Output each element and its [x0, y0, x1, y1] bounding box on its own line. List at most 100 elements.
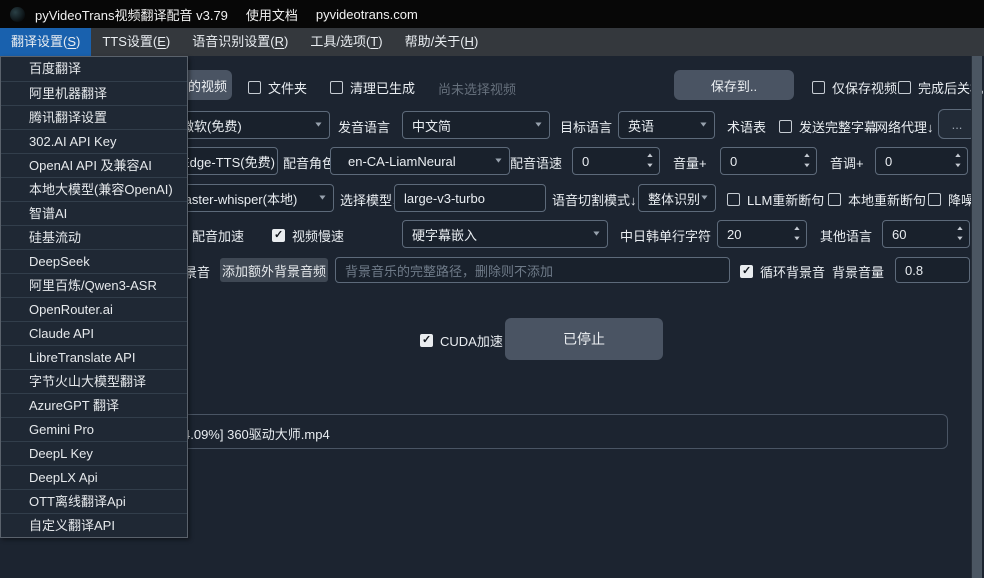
menu-item[interactable]: 腾讯翻译设置 [1, 105, 187, 129]
spinner-arrows-icon[interactable]: ▲▼ [953, 151, 963, 171]
menu-item[interactable]: 302.AI API Key [1, 129, 187, 153]
menu-item[interactable]: Claude API [1, 321, 187, 345]
source-language-select[interactable]: 中文简 ▼ [402, 111, 550, 139]
pitch-spinner[interactable]: 0 ▲▼ [875, 147, 968, 175]
selected-value: en-CA-LiamNeural [331, 154, 456, 169]
menu-item[interactable]: OTT离线翻译Api [1, 489, 187, 513]
denoise-checkbox[interactable]: 降噪 [928, 190, 974, 209]
checkbox-box [828, 193, 841, 206]
checkbox-box [727, 193, 740, 206]
target-language-select[interactable]: 英语 ▼ [618, 111, 715, 139]
menu-item[interactable]: OpenAI API 及兼容AI [1, 153, 187, 177]
folder-checkbox[interactable]: 文件夹 [248, 78, 307, 97]
cjk-chars-label: 中日韩单行字符 [620, 226, 711, 245]
selected-value: 硬字幕嵌入 [403, 225, 477, 244]
subtitle-mode-select[interactable]: 硬字幕嵌入 ▼ [402, 220, 608, 248]
checkbox-box [812, 81, 825, 94]
checkbox-label: 视频慢速 [292, 226, 344, 245]
spinner-value: 0 [573, 154, 589, 169]
video-slowdown-checkbox[interactable]: 视频慢速 [272, 226, 344, 245]
menu-item[interactable]: 阿里机器翻译 [1, 81, 187, 105]
menubar-item[interactable]: 帮助/关于(H) [394, 28, 490, 56]
menubar-item-label: 语音识别设置(R) [192, 34, 288, 49]
checkbox-box [898, 81, 911, 94]
spinner-arrows-icon[interactable]: ▲▼ [802, 151, 812, 171]
bgm-volume-input[interactable]: 0.8 [895, 257, 970, 283]
checkbox-label: 循环背景音 [760, 262, 825, 281]
checkbox-label: CUDA加速 [440, 331, 503, 350]
glossary-link[interactable]: 术语表 [727, 117, 766, 136]
checkbox-box [779, 120, 792, 133]
local-resegment-checkbox[interactable]: 本地重新断句 [828, 190, 926, 209]
checkbox-box [740, 265, 753, 278]
vertical-scrollbar[interactable] [971, 56, 982, 578]
voice-rate-spinner[interactable]: 0 ▲▼ [572, 147, 660, 175]
menu-item[interactable]: 硅基流动 [1, 225, 187, 249]
menubar-item[interactable]: 语音识别设置(R) [181, 28, 299, 56]
menu-item[interactable]: OpenRouter.ai [1, 297, 187, 321]
add-bgm-button[interactable]: 添加额外背景音频 [220, 258, 328, 282]
menu-item[interactable]: DeepLX Api [1, 465, 187, 489]
menu-item[interactable]: 字节火山大模型翻译 [1, 369, 187, 393]
bgm-path-input[interactable]: 背景音乐的完整路径，删除则不添加 [335, 257, 730, 283]
chevron-down-icon: ▼ [313, 122, 323, 129]
checkbox-label: 发送完整字幕 [799, 117, 877, 136]
spinner-arrows-icon[interactable]: ▲▼ [792, 224, 802, 244]
spinner-arrows-icon[interactable]: ▲▼ [645, 151, 655, 171]
menubar-item[interactable]: TTS设置(E) [91, 28, 181, 56]
checkbox-box [248, 81, 261, 94]
chevron-down-icon: ▼ [591, 231, 601, 238]
menubar-item[interactable]: 翻译设置(S) [0, 28, 91, 56]
spinner-value: 0 [876, 154, 892, 169]
menu-item[interactable]: 本地大模型(兼容OpenAI) [1, 177, 187, 201]
chevron-down-icon: ▼ [533, 122, 543, 129]
chevron-down-icon: ▼ [698, 122, 708, 129]
send-full-subtitle-checkbox[interactable]: 发送完整字幕 [779, 117, 877, 136]
app-icon [10, 7, 25, 22]
menu-item[interactable]: 智谱AI [1, 201, 187, 225]
spinner-arrows-icon[interactable]: ▲▼ [955, 224, 965, 244]
title-bar: pyVideoTrans视频翻译配音 v3.79 使用文档 pyvideotra… [0, 0, 984, 28]
checkbox-label: LLM重新断句 [747, 190, 824, 209]
other-language-label: 其他语言 [820, 226, 872, 245]
checkbox-label: 文件夹 [268, 78, 307, 97]
menu-item[interactable]: DeepL Key [1, 441, 187, 465]
source-language-label: 发音语言 [338, 117, 390, 136]
menu-item[interactable]: AzureGPT 翻译 [1, 393, 187, 417]
pitch-label: 音调+ [830, 153, 864, 172]
save-to-button[interactable]: 保存到.. [674, 70, 794, 100]
spinner-value: 60 [883, 227, 906, 242]
model-select[interactable]: large-v3-turbo [394, 184, 546, 212]
voice-role-select[interactable]: en-CA-LiamNeural ▼ [330, 147, 510, 175]
translate-settings-menu: 百度翻译阿里机器翻译腾讯翻译设置302.AI API KeyOpenAI API… [0, 56, 188, 538]
checkbox-box [420, 334, 433, 347]
selected-value: large-v3-turbo [395, 191, 485, 206]
stopped-button[interactable]: 已停止 [505, 318, 663, 360]
menu-item[interactable]: LibreTranslate API [1, 345, 187, 369]
chevron-down-icon: ▼ [699, 195, 709, 202]
cjk-chars-spinner[interactable]: 20 ▲▼ [717, 220, 807, 248]
clean-generated-checkbox[interactable]: 清理已生成 [330, 78, 415, 97]
app-window: pyVideoTrans视频翻译配音 v3.79 使用文档 pyvideotra… [0, 0, 984, 578]
other-chars-spinner[interactable]: 60 ▲▼ [882, 220, 970, 248]
split-mode-select[interactable]: 整体识别 ▼ [638, 184, 716, 212]
menu-item[interactable]: 阿里百炼/Qwen3-ASR [1, 273, 187, 297]
menubar-item[interactable]: 工具/选项(T) [299, 28, 393, 56]
only-save-video-checkbox[interactable]: 仅保存视频 [812, 78, 897, 97]
checkbox-label: 清理已生成 [350, 78, 415, 97]
menu-item[interactable]: 百度翻译 [1, 57, 187, 81]
loop-bgm-checkbox[interactable]: 循环背景音 [740, 262, 825, 281]
menu-item[interactable]: Gemini Pro [1, 417, 187, 441]
menu-item[interactable]: DeepSeek [1, 249, 187, 273]
doc-link: 使用文档 [246, 5, 298, 24]
target-language-label: 目标语言 [560, 117, 612, 136]
select-model-label: 选择模型↓ [340, 190, 399, 209]
split-mode-label: 语音切割模式↓ [552, 190, 637, 209]
menu-item[interactable]: 自定义翻译API [1, 513, 187, 537]
cuda-checkbox[interactable]: CUDA加速 [420, 331, 503, 350]
menu-bar: 翻译设置(S) TTS设置(E) 语音识别设置(R) 工具/选项(T) 帮助/关… [0, 28, 984, 56]
checkbox-label: 仅保存视频 [832, 78, 897, 97]
llm-resegment-checkbox[interactable]: LLM重新断句 [727, 190, 824, 209]
site-link: pyvideotrans.com [316, 7, 418, 22]
volume-spinner[interactable]: 0 ▲▼ [720, 147, 817, 175]
